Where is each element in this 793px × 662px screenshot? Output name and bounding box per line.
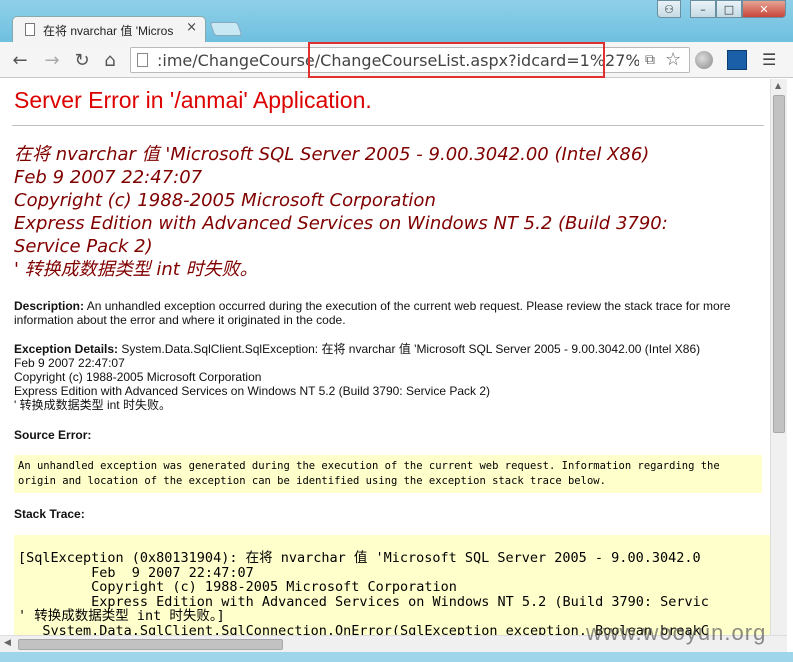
exception-label: Exception Details:: [14, 342, 119, 356]
maximize-button[interactable]: □: [716, 0, 742, 18]
highlight-box: [308, 42, 605, 78]
exception-line: ' 转换成数据类型 int 时失败。: [14, 398, 171, 412]
browser-titlebar: 在将 nvarchar 值 'Micros × ⚇ – □ ✕: [0, 0, 793, 42]
description: Description: An unhandled exception occu…: [14, 299, 759, 327]
page-icon: [25, 23, 35, 36]
error-line: Service Pack 2): [14, 236, 153, 257]
reload-icon[interactable]: ↻: [70, 48, 94, 72]
exception-details: Exception Details: System.Data.SqlClient…: [14, 342, 759, 412]
error-line: 在将 nvarchar 值 'Microsoft SQL Server 2005…: [14, 144, 650, 165]
source-error-label: Source Error:: [14, 428, 92, 442]
page-icon: [137, 53, 148, 67]
globe-icon[interactable]: [695, 51, 713, 69]
description-label: Description:: [14, 299, 85, 313]
error-line: Feb 9 2007 22:47:07: [14, 167, 203, 188]
exception-line: Express Edition with Advanced Services o…: [14, 384, 491, 398]
forward-arrow-icon[interactable]: →: [40, 48, 64, 72]
browser-tab[interactable]: 在将 nvarchar 值 'Micros ×: [12, 16, 206, 42]
error-message: 在将 nvarchar 值 'Microsoft SQL Server 2005…: [14, 143, 668, 281]
exception-line: Feb 9 2007 22:47:07: [14, 356, 125, 370]
source-error-box: An unhandled exception was generated dur…: [14, 455, 762, 493]
back-arrow-icon[interactable]: ←: [8, 48, 32, 72]
page-title: Server Error in '/anmai' Application.: [14, 87, 372, 113]
description-text: An unhandled exception occurred during t…: [14, 299, 731, 327]
error-line: ' 转换成数据类型 int 时失败。: [14, 259, 258, 280]
exception-line: Copyright (c) 1988-2005 Microsoft Corpor…: [14, 370, 262, 384]
horizontal-scroll-thumb[interactable]: [18, 639, 283, 650]
new-tab-button[interactable]: [209, 22, 243, 36]
vertical-scroll-thumb[interactable]: [773, 95, 785, 433]
close-window-button[interactable]: ✕: [742, 0, 786, 18]
address-bar[interactable]: :ime/ChangeCourse/ChangeCourseList.aspx?…: [130, 42, 690, 78]
bookmark-star-icon[interactable]: ☆: [665, 49, 681, 70]
watermark: www.wooyun.org: [586, 620, 767, 645]
home-icon[interactable]: ⌂: [98, 48, 122, 72]
window-frame: [0, 652, 793, 662]
scroll-up-icon[interactable]: ▲: [775, 81, 781, 90]
page-content: Server Error in '/anmai' Application. 在将…: [0, 79, 770, 635]
stack-trace-label: Stack Trace:: [14, 507, 85, 521]
divider: [12, 125, 764, 126]
minimize-button[interactable]: –: [690, 0, 716, 18]
vertical-scrollbar[interactable]: ▲: [770, 79, 787, 635]
extension-icon[interactable]: [727, 50, 747, 70]
user-icon[interactable]: ⚇: [657, 0, 681, 18]
tab-close-icon[interactable]: ×: [186, 20, 197, 35]
tab-title: 在将 nvarchar 值 'Micros: [43, 24, 174, 38]
menu-icon[interactable]: ☰: [762, 50, 778, 69]
exception-text: System.Data.SqlClient.SqlException: 在将 n…: [118, 342, 701, 356]
translate-icon[interactable]: ⧉: [645, 52, 655, 68]
scroll-left-icon[interactable]: ◀: [4, 638, 11, 648]
error-line: Copyright (c) 1988-2005 Microsoft Corpor…: [14, 190, 436, 211]
error-line: Express Edition with Advanced Services o…: [14, 213, 668, 234]
browser-toolbar: ← → ↻ ⌂ :ime/ChangeCourse/ChangeCourseLi…: [0, 42, 793, 78]
